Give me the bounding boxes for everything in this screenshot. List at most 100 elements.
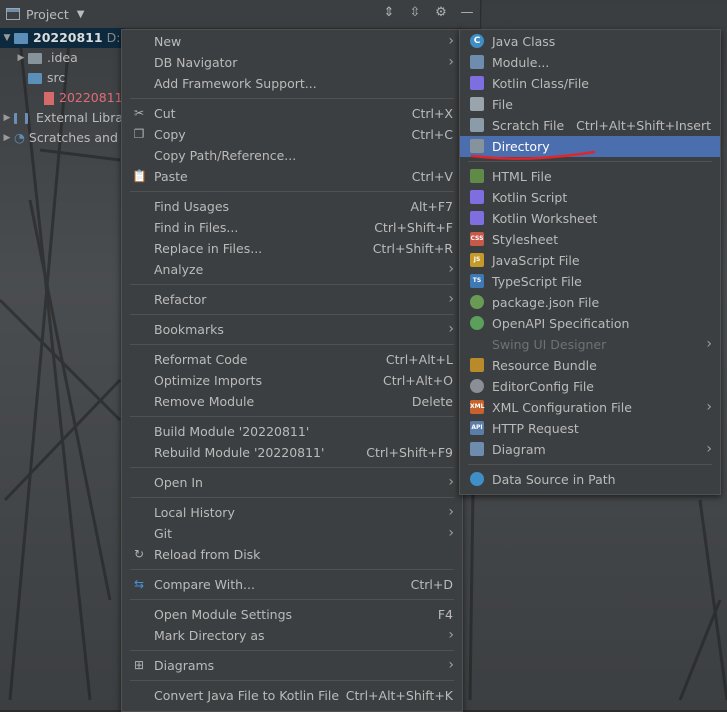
menu-item-find-in-files[interactable]: Find in Files... Ctrl+Shift+F <box>122 217 462 238</box>
menu-item-compare-with[interactable]: ⇆ Compare With... Ctrl+D <box>122 574 462 595</box>
menu-item-rebuild-module-20220811[interactable]: Rebuild Module '20220811' Ctrl+Shift+F9 <box>122 442 462 463</box>
tree-item-scratches[interactable]: ▶ ◔ Scratches and <box>0 128 125 148</box>
chevron-right-icon[interactable]: ▶ <box>14 48 28 68</box>
tree-item-label: .idea <box>47 50 78 65</box>
menu-item-remove-module[interactable]: Remove Module Delete <box>122 391 462 412</box>
new-submenu-item-kotlin-worksheet[interactable]: Kotlin Worksheet <box>460 208 720 229</box>
menu-item-open-module-settings[interactable]: Open Module Settings F4 <box>122 604 462 625</box>
tree-item-iml[interactable]: 20220811 <box>0 88 125 108</box>
new-submenu-item-openapi-specification[interactable]: OpenAPI Specification <box>460 313 720 334</box>
kotlin-worksheet-icon <box>470 211 484 225</box>
menu-item-shortcut: Ctrl+X <box>411 106 453 121</box>
menu-item-label: Diagrams <box>154 658 215 673</box>
tree-item-label: Scratches and <box>28 130 118 145</box>
new-submenu-item-xml-configuration-file[interactable]: XML XML Configuration File › <box>460 397 720 418</box>
menu-item-mark-directory-as[interactable]: Mark Directory as › <box>122 625 462 646</box>
menu-item-db-navigator[interactable]: DB Navigator › <box>122 52 462 73</box>
menu-item-label: Add Framework Support... <box>154 76 317 91</box>
new-submenu-item-typescript-file[interactable]: TS TypeScript File <box>460 271 720 292</box>
menu-item-label: TypeScript File <box>492 274 582 289</box>
menu-item-refactor[interactable]: Refactor › <box>122 289 462 310</box>
menu-item-label: Find Usages <box>154 199 230 214</box>
menu-item-diagrams[interactable]: ⊞ Diagrams › <box>122 655 462 676</box>
source-folder-icon <box>28 72 42 84</box>
menu-separator <box>130 497 454 498</box>
menu-item-shortcut: Ctrl+Shift+R <box>372 241 453 256</box>
chevron-right-icon[interactable]: ▶ <box>0 108 14 128</box>
menu-item-shortcut: Ctrl+Alt+O <box>383 373 453 388</box>
new-submenu-item-javascript-file[interactable]: JS JavaScript File <box>460 250 720 271</box>
new-submenu-item-file[interactable]: File <box>460 94 720 115</box>
menu-item-replace-in-files[interactable]: Replace in Files... Ctrl+Shift+R <box>122 238 462 259</box>
menu-separator <box>130 680 454 681</box>
new-submenu-item-module[interactable]: Module... <box>460 52 720 73</box>
menu-item-copy-path-reference[interactable]: Copy Path/Reference... <box>122 145 462 166</box>
chevron-down-icon[interactable]: ▼ <box>0 28 14 48</box>
database-icon <box>470 472 484 486</box>
menu-item-bookmarks[interactable]: Bookmarks › <box>122 319 462 340</box>
tree-item-src[interactable]: src <box>0 68 125 88</box>
collapse-all-icon[interactable]: ⇳ <box>408 6 422 20</box>
tree-item-idea[interactable]: ▶ .idea <box>0 48 125 68</box>
menu-item-new[interactable]: New › <box>122 31 462 52</box>
tree-item-label: 20220811 <box>33 30 103 45</box>
menu-item-local-history[interactable]: Local History › <box>122 502 462 523</box>
context-menu: New › DB Navigator › Add Framework Support..… <box>121 29 463 712</box>
http-request-icon: API <box>470 421 484 435</box>
menu-item-label: Refactor <box>154 292 207 307</box>
menu-item-label: XML Configuration File <box>492 400 632 415</box>
menu-item-add-framework-support[interactable]: Add Framework Support... <box>122 73 462 94</box>
menu-item-label: Find in Files... <box>154 220 239 235</box>
chevron-right-icon[interactable]: ▶ <box>0 128 14 148</box>
new-submenu-item-package-json-file[interactable]: package.json File <box>460 292 720 313</box>
new-submenu-item-kotlin-class-file[interactable]: Kotlin Class/File <box>460 73 720 94</box>
chevron-right-icon: › <box>448 627 454 643</box>
project-toolbar: Project ▼ ⇕ ⇳ ⚙ — <box>0 0 480 29</box>
new-submenu-item-editorconfig-file[interactable]: EditorConfig File <box>460 376 720 397</box>
tree-item-module-root[interactable]: ▼ 20220811 D: <box>0 28 125 48</box>
new-submenu-item-data-source-in-path[interactable]: Data Source in Path <box>460 469 720 490</box>
new-submenu-item-diagram[interactable]: Diagram › <box>460 439 720 460</box>
new-submenu-item-http-request[interactable]: API HTTP Request <box>460 418 720 439</box>
menu-item-convert-java-file-to-kotlin-file[interactable]: Convert Java File to Kotlin File Ctrl+Alt… <box>122 685 462 706</box>
menu-item-shortcut: F4 <box>437 607 453 622</box>
minimize-icon[interactable]: — <box>460 6 474 20</box>
menu-separator <box>130 284 454 285</box>
expand-all-icon[interactable]: ⇕ <box>382 6 396 20</box>
menu-item-shortcut: Ctrl+Alt+Shift+K <box>345 688 453 703</box>
menu-item-git[interactable]: Git › <box>122 523 462 544</box>
menu-item-shortcut: Delete <box>411 394 453 409</box>
new-submenu-item-java-class[interactable]: C Java Class <box>460 31 720 52</box>
project-view-selector[interactable]: Project ▼ <box>6 7 84 22</box>
menu-item-label: Reformat Code <box>154 352 248 367</box>
menu-item-paste[interactable]: 📋 Paste Ctrl+V <box>122 166 462 187</box>
new-submenu-item-html-file[interactable]: HTML File <box>460 166 720 187</box>
new-submenu-item-kotlin-script[interactable]: Kotlin Script <box>460 187 720 208</box>
new-submenu-item-scratch-file[interactable]: Scratch File Ctrl+Alt+Shift+Insert <box>460 115 720 136</box>
gear-icon[interactable]: ⚙ <box>434 6 448 20</box>
js-file-icon: JS <box>470 253 484 267</box>
menu-item-open-in[interactable]: Open In › <box>122 472 462 493</box>
new-submenu-item-stylesheet[interactable]: CSS Stylesheet <box>460 229 720 250</box>
package-json-icon <box>470 295 484 309</box>
tree-item-external-libraries[interactable]: ▶ External Libra <box>0 108 125 128</box>
menu-item-label: Stylesheet <box>492 232 559 247</box>
menu-separator <box>130 98 454 99</box>
menu-item-copy[interactable]: ❐ Copy Ctrl+C <box>122 124 462 145</box>
tree-item-label: 20220811 <box>59 90 123 105</box>
menu-item-analyze[interactable]: Analyze › <box>122 259 462 280</box>
menu-item-reformat-code[interactable]: Reformat Code Ctrl+Alt+L <box>122 349 462 370</box>
chevron-right-icon: › <box>448 291 454 307</box>
new-submenu-item-resource-bundle[interactable]: Resource Bundle <box>460 355 720 376</box>
chevron-right-icon: › <box>448 504 454 520</box>
menu-item-find-usages[interactable]: Find Usages Alt+F7 <box>122 196 462 217</box>
menu-item-reload-from-disk[interactable]: ↻ Reload from Disk <box>122 544 462 565</box>
menu-item-build-module-20220811[interactable]: Build Module '20220811' <box>122 421 462 442</box>
menu-item-cut[interactable]: ✂ Cut Ctrl+X <box>122 103 462 124</box>
menu-item-label: Optimize Imports <box>154 373 263 388</box>
menu-item-shortcut: Ctrl+Alt+Shift+Insert <box>576 118 711 133</box>
menu-item-label: package.json File <box>492 295 600 310</box>
scratches-icon: ◔ <box>14 130 25 145</box>
menu-item-label: Bookmarks <box>154 322 224 337</box>
menu-item-optimize-imports[interactable]: Optimize Imports Ctrl+Alt+O <box>122 370 462 391</box>
